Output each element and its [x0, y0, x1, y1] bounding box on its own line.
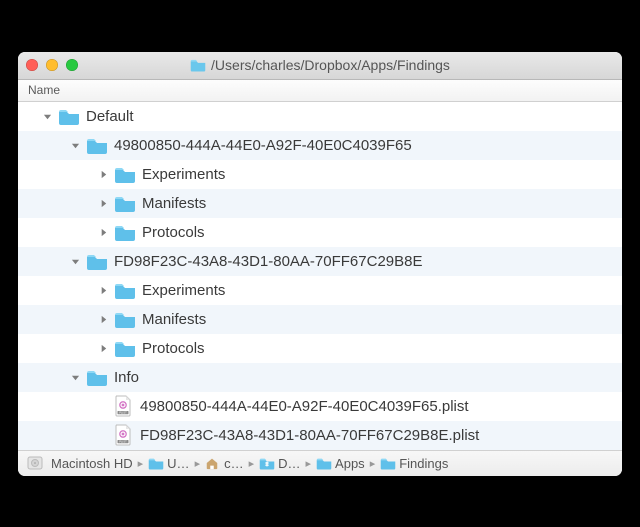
svg-text:PLIST: PLIST — [119, 411, 127, 415]
folder-icon — [316, 456, 332, 470]
disclosure-placeholder — [96, 428, 110, 442]
item-name: Manifests — [142, 311, 206, 328]
path-segment-label: D… — [278, 456, 300, 471]
column-header-name: Name — [28, 83, 60, 97]
list-item[interactable]: Protocols — [18, 218, 622, 247]
list-item[interactable]: Protocols — [18, 334, 622, 363]
plist-file-icon: PLIST — [114, 395, 132, 417]
folder-icon — [86, 368, 108, 386]
finder-window: /Users/charles/Dropbox/Apps/Findings Nam… — [18, 52, 622, 476]
folder-icon — [86, 136, 108, 154]
column-header[interactable]: Name — [18, 80, 622, 102]
list-item[interactable]: 49800850-444A-44E0-A92F-40E0C4039F65 — [18, 131, 622, 160]
item-name: 49800850-444A-44E0-A92F-40E0C4039F65 — [114, 137, 412, 154]
disclosure-closed-icon[interactable] — [96, 283, 110, 297]
item-name: Manifests — [142, 195, 206, 212]
disclosure-placeholder — [96, 399, 110, 413]
path-segment[interactable]: Apps — [316, 456, 365, 471]
list-item[interactable]: Experiments — [18, 160, 622, 189]
file-list: Default 49800850-444A-44E0-A92F-40E0C4039… — [18, 102, 622, 450]
list-item[interactable]: Manifests — [18, 189, 622, 218]
item-name: FD98F23C-43A8-43D1-80AA-70FF67C29B8E.pli… — [140, 427, 479, 444]
folder-icon — [58, 107, 80, 125]
folder-icon — [114, 281, 136, 299]
dropbox-folder-icon — [259, 456, 275, 470]
minimize-button[interactable] — [46, 59, 58, 71]
home-icon — [205, 456, 221, 470]
path-segment-label: U… — [167, 456, 189, 471]
folder-icon — [380, 456, 396, 470]
folder-icon — [114, 310, 136, 328]
item-name: Default — [86, 108, 134, 125]
path-segment-label: c… — [224, 456, 244, 471]
traffic-lights — [26, 59, 78, 71]
list-item[interactable]: PLIST 49800850-444A-44E0-A92F-40E0C4039F6… — [18, 392, 622, 421]
path-separator-icon: ▸ — [249, 457, 255, 470]
path-segment-label: Apps — [335, 456, 365, 471]
titlebar[interactable]: /Users/charles/Dropbox/Apps/Findings — [18, 52, 622, 80]
item-name: 49800850-444A-44E0-A92F-40E0C4039F65.pli… — [140, 398, 469, 415]
item-name: FD98F23C-43A8-43D1-80AA-70FF67C29B8E — [114, 253, 423, 270]
close-button[interactable] — [26, 59, 38, 71]
item-name: Experiments — [142, 166, 225, 183]
svg-text:PLIST: PLIST — [119, 440, 127, 444]
folder-icon — [114, 165, 136, 183]
folder-icon — [190, 58, 206, 72]
disclosure-closed-icon[interactable] — [96, 341, 110, 355]
disclosure-closed-icon[interactable] — [96, 225, 110, 239]
path-separator-icon: ▸ — [306, 457, 312, 470]
path-segment-label: Macintosh HD — [51, 456, 133, 471]
path-segment-label: Findings — [399, 456, 448, 471]
path-separator-icon: ▸ — [195, 457, 201, 470]
path-segment[interactable]: U… — [148, 456, 189, 471]
path-separator-icon: ▸ — [370, 457, 376, 470]
path-segment[interactable]: c… — [205, 456, 244, 471]
list-item[interactable]: Manifests — [18, 305, 622, 334]
path-segment[interactable]: Findings — [380, 456, 448, 471]
disclosure-closed-icon[interactable] — [96, 312, 110, 326]
item-name: Protocols — [142, 224, 205, 241]
list-item[interactable]: Default — [18, 102, 622, 131]
item-name: Experiments — [142, 282, 225, 299]
window-title-text: /Users/charles/Dropbox/Apps/Findings — [211, 57, 450, 73]
zoom-button[interactable] — [66, 59, 78, 71]
plist-file-icon: PLIST — [114, 424, 132, 446]
disclosure-open-icon[interactable] — [68, 138, 82, 152]
hard-drive-icon — [26, 454, 44, 472]
disclosure-closed-icon[interactable] — [96, 167, 110, 181]
path-segment[interactable]: D… — [259, 456, 300, 471]
item-name: Info — [114, 369, 139, 386]
window-title: /Users/charles/Dropbox/Apps/Findings — [86, 57, 554, 73]
disclosure-open-icon[interactable] — [68, 370, 82, 384]
folder-icon — [114, 339, 136, 357]
path-separator-icon: ▸ — [138, 457, 144, 470]
disclosure-closed-icon[interactable] — [96, 196, 110, 210]
disclosure-open-icon[interactable] — [40, 109, 54, 123]
list-item[interactable]: FD98F23C-43A8-43D1-80AA-70FF67C29B8E — [18, 247, 622, 276]
item-name: Protocols — [142, 340, 205, 357]
path-segment[interactable]: Macintosh HD — [26, 454, 133, 472]
folder-icon — [148, 456, 164, 470]
list-item[interactable]: Experiments — [18, 276, 622, 305]
disclosure-open-icon[interactable] — [68, 254, 82, 268]
list-item[interactable]: Info — [18, 363, 622, 392]
list-item[interactable]: PLIST FD98F23C-43A8-43D1-80AA-70FF67C29B8… — [18, 421, 622, 450]
folder-icon — [114, 223, 136, 241]
folder-icon — [86, 252, 108, 270]
path-bar: Macintosh HD ▸ U… ▸ c… ▸ D… ▸ Apps ▸ Findings — [18, 450, 622, 476]
folder-icon — [114, 194, 136, 212]
